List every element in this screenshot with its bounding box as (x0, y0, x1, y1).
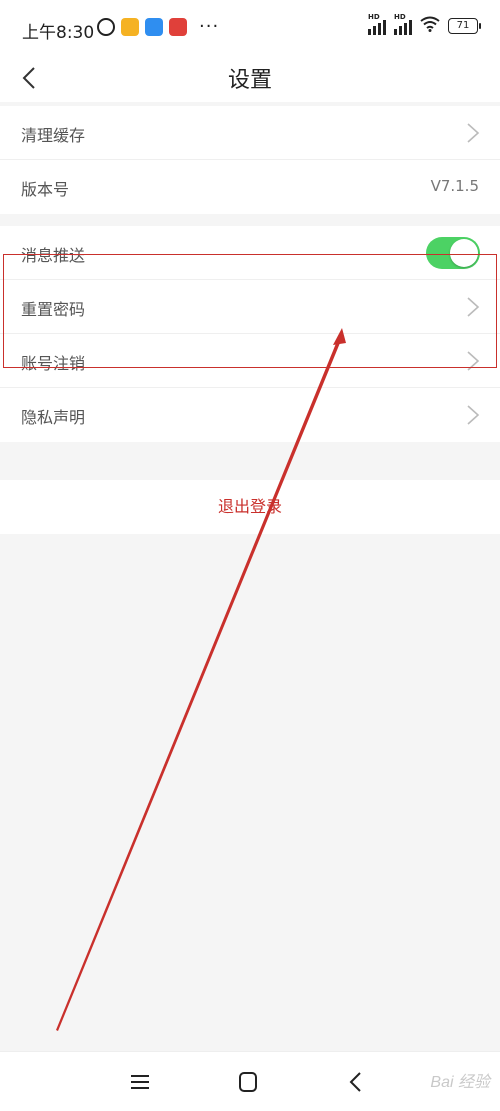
hd-label: HD (394, 13, 406, 21)
logout-button[interactable]: 退出登录 (0, 480, 500, 534)
signal-icon: HD (368, 13, 386, 35)
baidu-watermark: Bai 经验 (430, 1074, 490, 1091)
settings-group-general: 清理缓存 版本号 V7.1.5 (0, 106, 500, 214)
status-notification-icons: ··· (97, 18, 219, 36)
chevron-right-icon (466, 120, 480, 146)
row-label: 版本号 (21, 180, 70, 199)
system-navbar: Bai 经验 (0, 1051, 500, 1111)
status-bar: 上午8:30 ··· HD HD 71 (0, 0, 500, 56)
clear-cache-row[interactable]: 清理缓存 (0, 106, 500, 160)
row-label: 清理缓存 (21, 126, 86, 145)
battery-icon: 71 (448, 18, 481, 34)
chevron-right-icon (466, 294, 480, 320)
home-square-icon[interactable] (234, 1070, 262, 1094)
more-dots-icon: ··· (199, 16, 220, 37)
status-time: 上午8:30 (22, 23, 95, 43)
app-notification-icon (145, 18, 163, 36)
chevron-right-icon (466, 348, 480, 374)
version-row: 版本号 V7.1.5 (0, 160, 500, 214)
row-label: 消息推送 (21, 246, 86, 265)
push-notification-toggle[interactable] (426, 237, 480, 269)
status-indicators: HD HD 71 (368, 13, 481, 36)
signal-icon: HD (394, 13, 412, 35)
hd-label: HD (368, 13, 380, 21)
account-cancellation-row[interactable]: 账号注销 (0, 334, 500, 388)
row-label: 账号注销 (21, 354, 86, 373)
privacy-statement-row[interactable]: 隐私声明 (0, 388, 500, 442)
alarm-icon (97, 18, 115, 36)
app-notification-icon (169, 18, 187, 36)
page-title: 设置 (227, 68, 272, 93)
chevron-right-icon (466, 402, 480, 428)
back-icon[interactable] (342, 1070, 370, 1094)
wifi-icon (420, 16, 440, 36)
push-notification-row: 消息推送 (0, 226, 500, 280)
settings-group-account: 消息推送 重置密码 账号注销 隐私声明 (0, 226, 500, 442)
menu-icon[interactable] (126, 1070, 154, 1094)
reset-password-row[interactable]: 重置密码 (0, 280, 500, 334)
row-label: 隐私声明 (21, 408, 86, 427)
toggle-knob (450, 239, 478, 267)
app-notification-icon (121, 18, 139, 36)
row-label: 重置密码 (21, 300, 86, 319)
page-header: 设置 (0, 56, 500, 102)
logout-label: 退出登录 (217, 497, 282, 516)
version-value: V7.1.5 (430, 177, 479, 195)
